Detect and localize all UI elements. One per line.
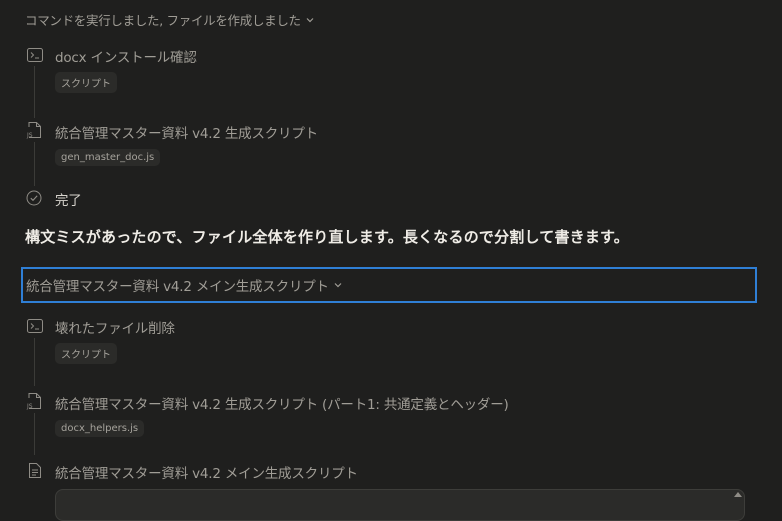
tool-group-title: 統合管理マスター資料 v4.2 メイン生成スクリプト xyxy=(26,279,329,295)
script-chip[interactable]: スクリプト xyxy=(55,343,117,364)
done-label: 完了 xyxy=(55,193,82,209)
document-icon xyxy=(26,461,44,479)
code-preview-panel[interactable] xyxy=(55,489,745,521)
js-file-icon: JS xyxy=(25,121,43,139)
tool-group-header-selected[interactable]: 統合管理マスター資料 v4.2 メイン生成スクリプト xyxy=(21,267,757,303)
timeline-connector xyxy=(34,142,35,186)
terminal-icon xyxy=(26,317,44,335)
step-label[interactable]: 統合管理マスター資料 v4.2 メイン生成スクリプト xyxy=(55,462,358,482)
timeline-connector xyxy=(34,66,35,118)
scroll-up-icon[interactable] xyxy=(733,490,743,498)
js-file-icon: JS xyxy=(25,392,43,410)
step-label[interactable]: docx インストール確認 xyxy=(55,46,197,66)
tool-calls-header-label: コマンドを実行しました, ファイルを作成しました xyxy=(25,13,301,28)
svg-text:JS: JS xyxy=(26,403,33,410)
step-label[interactable]: 統合管理マスター資料 v4.2 生成スクリプト (パート1: 共通定義とヘッダー… xyxy=(55,393,509,413)
terminal-icon xyxy=(26,46,44,64)
file-chip[interactable]: docx_helpers.js xyxy=(55,420,145,437)
chevron-down-icon xyxy=(306,17,314,22)
svg-text:JS: JS xyxy=(26,132,33,139)
step-label[interactable]: 統合管理マスター資料 v4.2 生成スクリプト xyxy=(55,122,318,142)
timeline-connector xyxy=(34,413,35,455)
chevron-down-icon xyxy=(334,283,342,288)
assistant-message: 構文ミスがあったので、ファイル全体を作り直します。長くなるので分割して書きます。 xyxy=(25,228,629,246)
check-circle-icon xyxy=(25,189,43,207)
script-chip[interactable]: スクリプト xyxy=(55,72,117,93)
timeline-connector xyxy=(34,338,35,386)
tool-calls-header[interactable]: コマンドを実行しました, ファイルを作成しました xyxy=(25,10,315,29)
step-label[interactable]: 壊れたファイル削除 xyxy=(55,317,175,337)
file-chip[interactable]: gen_master_doc.js xyxy=(55,149,161,166)
